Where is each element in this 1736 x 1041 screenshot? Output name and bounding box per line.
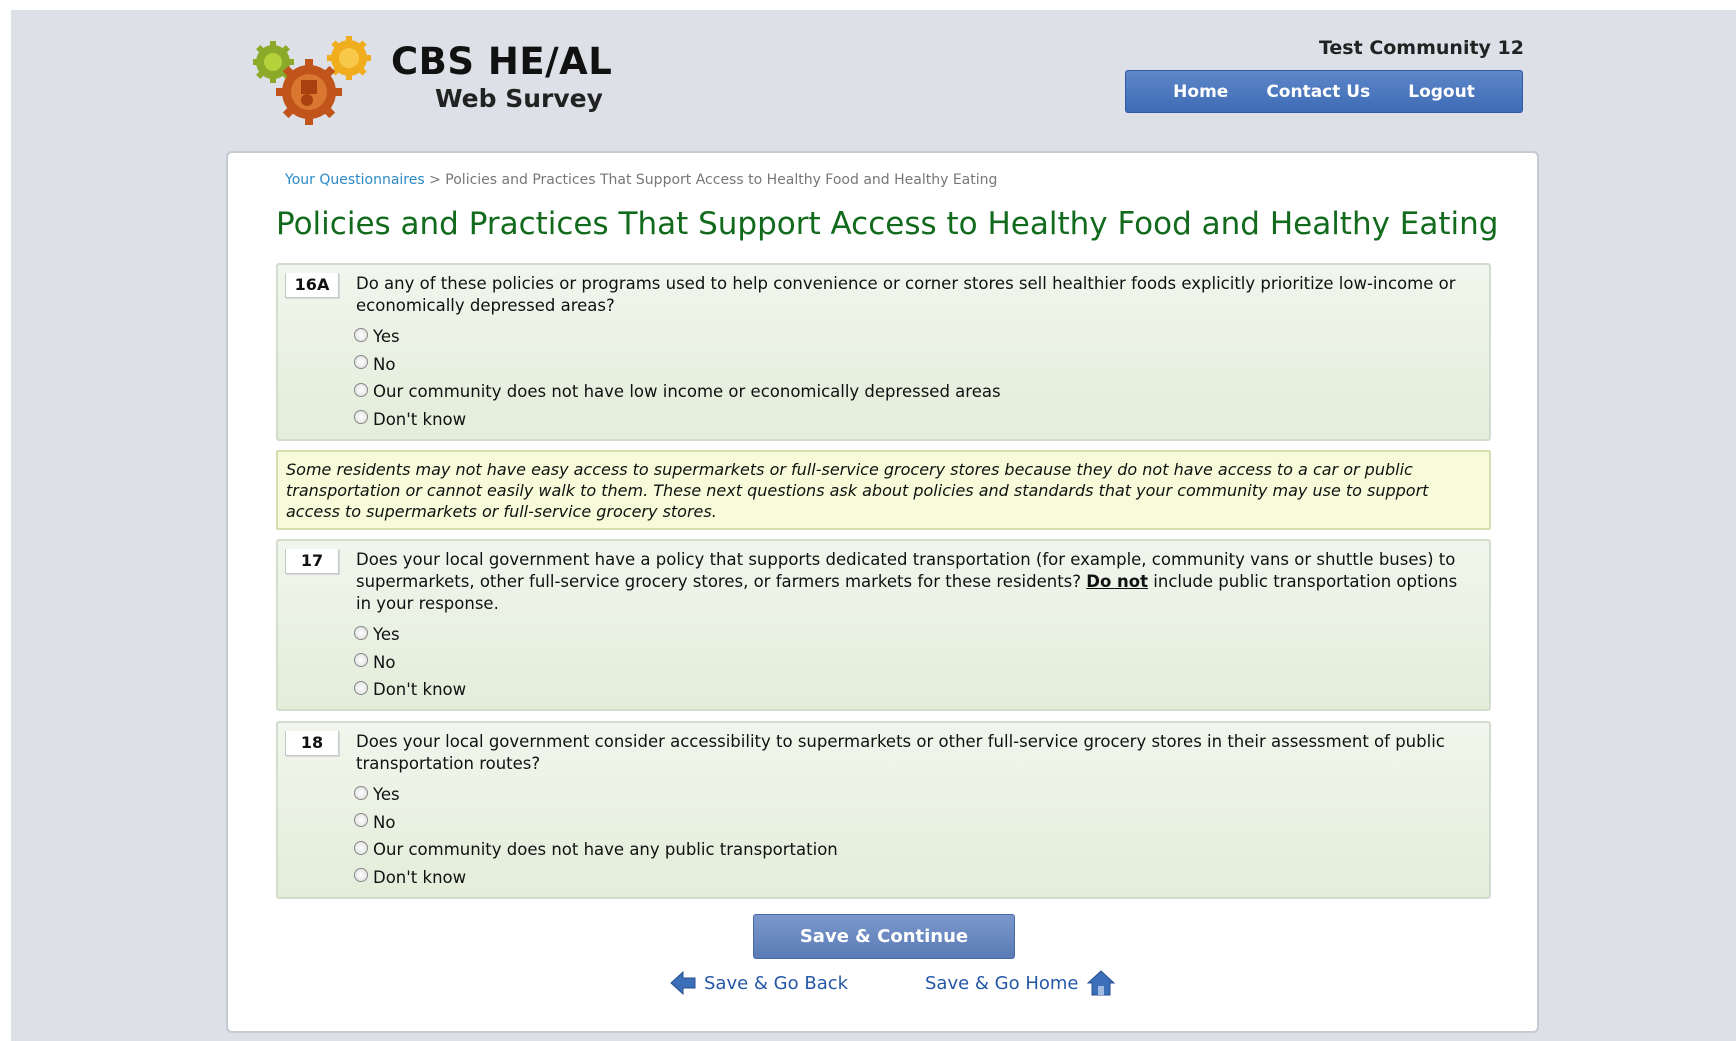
- nav-home-link[interactable]: Home: [1173, 82, 1228, 102]
- logo-subtitle: Web Survey: [435, 84, 603, 113]
- option-dont-know[interactable]: Don't know: [354, 864, 838, 892]
- option-label: No: [373, 652, 396, 672]
- option-dont-know[interactable]: Don't know: [354, 676, 466, 704]
- option-label: Don't know: [373, 409, 467, 429]
- nav-logout-link[interactable]: Logout: [1408, 82, 1475, 102]
- answer-options: Yes No Our community does not have any p…: [354, 781, 838, 891]
- gear-cluster-icon: [253, 36, 371, 125]
- option-yes[interactable]: Yes: [354, 621, 466, 649]
- answer-options: Yes No Our community does not have low i…: [354, 323, 1001, 433]
- page-title: Policies and Practices That Support Acce…: [276, 206, 1499, 242]
- question-17: 17 Does your local government have a pol…: [276, 539, 1491, 711]
- question-16a: 16A Do any of these policies or programs…: [276, 263, 1491, 441]
- site-logo[interactable]: CBS HE/AL Web Survey: [253, 36, 613, 126]
- option-label: Don't know: [373, 867, 467, 887]
- save-continue-button[interactable]: Save & Continue: [753, 914, 1015, 959]
- answer-options: Yes No Don't know: [354, 621, 466, 704]
- option-dont-know[interactable]: Don't know: [354, 406, 1001, 434]
- option-no[interactable]: No: [354, 809, 838, 837]
- option-yes[interactable]: Yes: [354, 323, 1001, 351]
- arrow-left-icon: [670, 970, 696, 996]
- option-label: Our community does not have low income o…: [373, 382, 1001, 402]
- questionnaire-panel: Your Questionnaires > Policies and Pract…: [226, 151, 1539, 1033]
- radio-button[interactable]: [354, 382, 368, 397]
- save-go-home-label: Save & Go Home: [925, 972, 1079, 994]
- save-go-home-link[interactable]: Save & Go Home: [925, 970, 1115, 996]
- option-no-public-transportation[interactable]: Our community does not have any public t…: [354, 836, 838, 864]
- option-label: No: [373, 812, 396, 832]
- option-no[interactable]: No: [354, 649, 466, 677]
- radio-button[interactable]: [354, 813, 368, 828]
- question-number: 18: [285, 731, 339, 756]
- question-text: Do any of these policies or programs use…: [356, 274, 1456, 315]
- radio-button[interactable]: [354, 868, 368, 883]
- radio-button[interactable]: [354, 625, 368, 640]
- logo-title: CBS HE/AL: [391, 40, 613, 83]
- save-go-back-link[interactable]: Save & Go Back: [670, 970, 848, 996]
- option-no-low-income-areas[interactable]: Our community does not have low income o…: [354, 378, 1001, 406]
- radio-button[interactable]: [354, 410, 368, 425]
- question-text: Does your local government have a policy…: [356, 549, 1477, 615]
- radio-button[interactable]: [354, 327, 368, 342]
- breadcrumb-separator: >: [429, 172, 441, 188]
- breadcrumb: Your Questionnaires > Policies and Pract…: [285, 172, 997, 188]
- community-name: Test Community 12: [1318, 37, 1524, 59]
- question-text: Does your local government consider acce…: [356, 732, 1445, 773]
- radio-button[interactable]: [354, 653, 368, 668]
- option-yes[interactable]: Yes: [354, 781, 838, 809]
- radio-button[interactable]: [354, 840, 368, 855]
- option-label: Yes: [373, 327, 400, 347]
- question-number: 16A: [285, 273, 339, 298]
- breadcrumb-questionnaires-link[interactable]: Your Questionnaires: [285, 172, 425, 188]
- radio-button[interactable]: [354, 680, 368, 695]
- save-go-back-label: Save & Go Back: [704, 972, 849, 994]
- option-label: No: [373, 354, 396, 374]
- info-note: Some residents may not have easy access …: [276, 450, 1491, 530]
- breadcrumb-current: Policies and Practices That Support Acce…: [445, 172, 998, 188]
- option-label: Don't know: [373, 680, 467, 700]
- home-icon: [1086, 970, 1115, 996]
- option-label: Our community does not have any public t…: [373, 840, 838, 860]
- question-number: 17: [285, 549, 339, 574]
- option-no[interactable]: No: [354, 351, 1001, 379]
- option-label: Yes: [373, 785, 400, 805]
- question-emphasis: Do not: [1086, 572, 1149, 591]
- option-label: Yes: [373, 625, 400, 645]
- radio-button[interactable]: [354, 355, 368, 370]
- top-navigation: Home Contact Us Logout: [1125, 70, 1523, 113]
- nav-contact-link[interactable]: Contact Us: [1266, 82, 1370, 102]
- question-18: 18 Does your local government consider a…: [276, 721, 1491, 899]
- radio-button[interactable]: [354, 785, 368, 800]
